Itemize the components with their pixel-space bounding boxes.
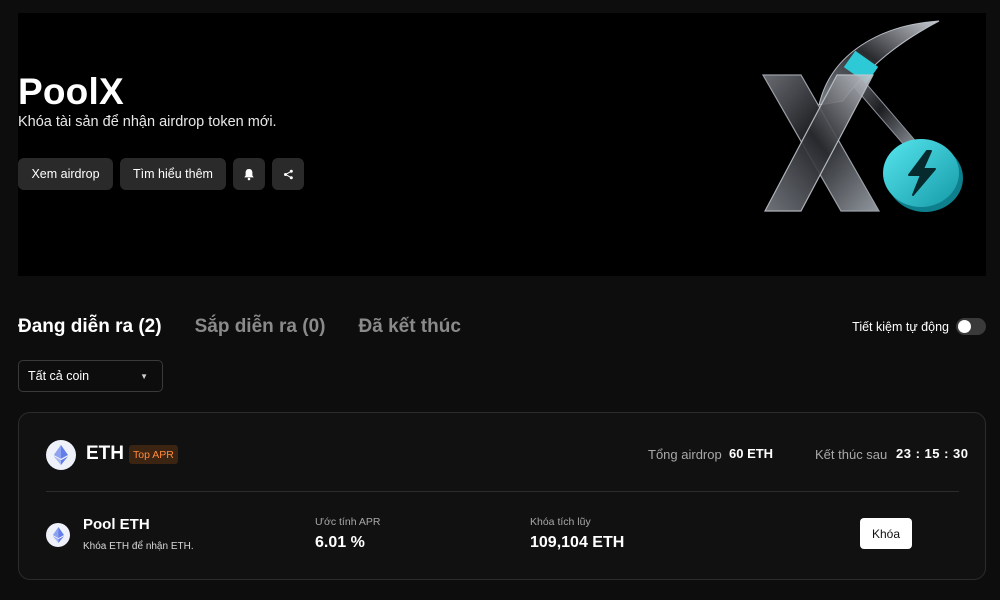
tab-upcoming[interactable]: Sắp diễn ra (0) [195,316,326,338]
tab-ended[interactable]: Đã kết thúc [359,316,461,338]
pool-ethereum-icon [46,523,70,547]
poolx-logo-artwork [761,20,963,212]
tab-ongoing[interactable]: Đang diễn ra (2) [18,316,162,338]
apr-label: Ước tính APR [315,516,381,528]
hero-banner: PoolX Khóa tài sản để nhận airdrop token… [18,13,986,276]
pool-card: ETH Top APR Tổng airdrop 60 ETH Kết thúc… [18,412,986,580]
coin-name: ETH [86,443,124,464]
toggle-knob [958,320,971,333]
bell-icon [244,168,254,180]
notification-button[interactable] [233,158,265,190]
ethereum-icon [46,440,76,470]
coin-filter-select[interactable]: Tất cả coin ▼ [18,360,163,392]
status-tabs: Đang diễn ra (2) Sắp diễn ra (0) Đã kết … [18,316,461,338]
apr-value: 6.01 % [315,534,365,551]
share-button[interactable] [272,158,304,190]
countdown-timer: 23 : 15 : 30 [896,446,969,461]
coin-filter-value: Tất cả coin [28,369,90,383]
card-divider [46,491,959,492]
share-icon [283,169,293,179]
lock-button[interactable]: Khóa [860,518,912,549]
total-airdrop-value: 60 ETH [729,446,774,461]
locked-total-label: Khóa tích lũy [530,516,591,528]
learn-more-button[interactable]: Tìm hiểu thêm [120,158,226,190]
hero-subtitle: Khóa tài sản để nhận airdrop token mới. [18,114,277,130]
total-airdrop-label: Tổng airdrop [648,447,722,462]
pool-name: Pool ETH [83,516,150,533]
ends-in-label: Kết thúc sau [815,447,888,462]
locked-total-value: 109,104 ETH [530,534,625,551]
top-apr-badge: Top APR [129,445,178,464]
auto-save-label: Tiết kiệm tự động [852,319,949,334]
pool-description: Khóa ETH để nhận ETH. [83,541,194,552]
page-title: PoolX [18,71,124,112]
auto-save-control: Tiết kiệm tự động [852,318,986,335]
view-airdrop-button[interactable]: Xem airdrop [18,158,113,190]
auto-save-toggle[interactable] [956,318,986,335]
hero-actions: Xem airdrop Tìm hiểu thêm [18,158,304,190]
caret-down-icon: ▼ [140,371,148,381]
